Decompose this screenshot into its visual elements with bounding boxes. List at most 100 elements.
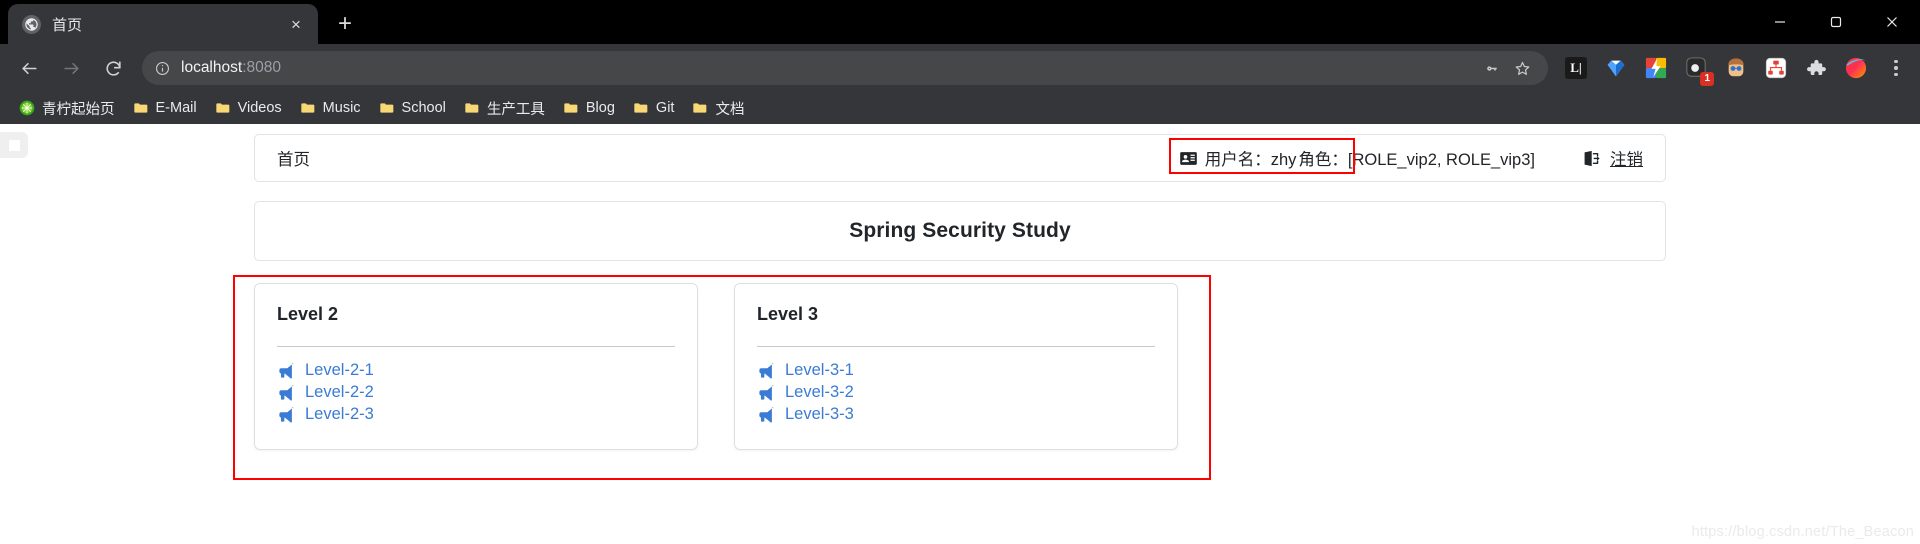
url-host: localhost xyxy=(181,59,243,76)
page-container: 首页 用户名：zhy 角色：[ROLE_vip2, ROLE_vip3] 注销 xyxy=(233,124,1666,480)
maximize-icon[interactable] xyxy=(1808,0,1864,44)
top-nav-card: 首页 用户名：zhy 角色：[ROLE_vip2, ROLE_vip3] 注销 xyxy=(254,134,1666,182)
page-title: Spring Security Study xyxy=(849,219,1071,242)
link-level-2-2[interactable]: Level-2-2 xyxy=(277,381,675,403)
minimize-icon[interactable] xyxy=(1752,0,1808,44)
url-port: :8080 xyxy=(242,59,281,76)
level-cards: Level 2 Level-2-1 Level-2-2 Level-2-3 Le… xyxy=(254,283,1666,450)
browser-window: 首页 × + localhost:8080 L| 1 青柠起始页 E-Mail … xyxy=(0,0,1920,544)
extension-badge-count: 1 xyxy=(1700,72,1714,86)
info-circle-icon[interactable] xyxy=(154,60,170,76)
level-3-card: Level 3 Level-3-1 Level-3-2 Level-3-3 xyxy=(734,283,1178,450)
bookmark-git[interactable]: Git xyxy=(624,95,684,121)
folder-icon xyxy=(465,103,479,113)
lime-icon xyxy=(19,100,35,116)
bookmark-label: Git xyxy=(655,100,675,116)
puzzle-extensions-menu-icon[interactable] xyxy=(1799,51,1833,85)
nav-item-home[interactable]: 首页 xyxy=(277,146,310,170)
id-card-icon xyxy=(1179,151,1197,165)
key-icon[interactable] xyxy=(1478,54,1506,82)
logout-label: 注销 xyxy=(1610,151,1643,169)
bookmark-label: Videos xyxy=(237,100,282,116)
bullhorn-icon xyxy=(279,406,295,423)
page-corner-widget[interactable] xyxy=(0,132,28,158)
username-label: 用户名： xyxy=(1204,151,1271,169)
close-icon[interactable] xyxy=(1864,0,1920,44)
link-label: Level-3-3 xyxy=(785,404,854,423)
corner-widget-square-icon xyxy=(8,139,20,151)
bookmark-blog[interactable]: Blog xyxy=(554,95,624,121)
profile-avatar-icon[interactable] xyxy=(1839,51,1873,85)
link-level-2-1[interactable]: Level-2-1 xyxy=(277,359,675,381)
folder-icon xyxy=(693,103,707,113)
card-divider xyxy=(757,346,1155,347)
folder-icon xyxy=(133,103,147,113)
back-arrow-icon[interactable] xyxy=(11,50,47,86)
bookmark-qingning[interactable]: 青柠起始页 xyxy=(10,95,124,121)
bookmark-label: School xyxy=(401,100,446,116)
user-info: 用户名：zhy 角色：[ROLE_vip2, ROLE_vip3] xyxy=(1168,138,1537,175)
page-viewport: 首页 用户名：zhy 角色：[ROLE_vip2, ROLE_vip3] 注销 xyxy=(0,124,1920,544)
link-label: Level-3-1 xyxy=(785,360,854,379)
globe-icon xyxy=(22,14,41,34)
bookmark-label: Blog xyxy=(585,100,615,116)
tab-title: 首页 xyxy=(52,16,83,34)
liulishuo-extension-icon[interactable]: L| xyxy=(1559,51,1593,85)
link-label: Level-2-2 xyxy=(305,382,374,401)
bookmark-videos[interactable]: Videos xyxy=(206,95,291,121)
folder-icon xyxy=(215,103,229,113)
link-level-3-2[interactable]: Level-3-2 xyxy=(757,381,1155,403)
roles-text: 角色：[ROLE_vip2, ROLE_vip3] xyxy=(1298,146,1535,170)
bookmark-production-tools[interactable]: 生产工具 xyxy=(455,95,554,121)
username-value: zhy xyxy=(1270,151,1297,169)
bullhorn-icon xyxy=(279,384,295,401)
snipaste-extension-icon[interactable] xyxy=(1639,51,1673,85)
folder-icon xyxy=(379,103,393,113)
address-bar-url[interactable]: localhost:8080 xyxy=(181,59,1476,77)
avatar-extension-icon[interactable] xyxy=(1719,51,1753,85)
new-tab-button[interactable]: + xyxy=(328,7,362,41)
username-text: 用户名：zhy xyxy=(1205,146,1297,170)
pocket-extension-icon[interactable]: 1 xyxy=(1679,51,1714,86)
bookmark-label: Music xyxy=(322,100,361,116)
tab-close-icon[interactable]: × xyxy=(284,12,308,36)
roles-label: 角色： xyxy=(1298,151,1348,169)
card-title: Level 3 xyxy=(757,304,819,324)
bookmark-label: 生产工具 xyxy=(486,101,545,118)
forward-arrow-icon[interactable] xyxy=(53,50,89,86)
address-bar[interactable]: localhost:8080 xyxy=(142,51,1548,85)
star-icon[interactable] xyxy=(1508,54,1536,82)
sitemap-extension-icon[interactable] xyxy=(1759,51,1793,85)
window-controls xyxy=(1752,0,1920,44)
bookmark-docs[interactable]: 文档 xyxy=(683,95,753,121)
tab-strip: 首页 × + xyxy=(0,0,1920,44)
level-2-card: Level 2 Level-2-1 Level-2-2 Level-2-3 xyxy=(254,283,698,450)
extension-bar: L| 1 xyxy=(1556,51,1912,86)
link-label: Level-2-3 xyxy=(305,404,374,423)
bullhorn-icon xyxy=(759,384,775,401)
levels-section: Level 2 Level-2-1 Level-2-2 Level-2-3 Le… xyxy=(233,275,1666,480)
three-dot-menu-icon[interactable] xyxy=(1880,51,1912,85)
bookmarks-bar: 青柠起始页 E-Mail Videos Music School 生产工具 Bl… xyxy=(0,92,1920,124)
bookmark-music[interactable]: Music xyxy=(291,95,370,121)
link-label: Level-3-2 xyxy=(785,382,854,401)
card-divider xyxy=(277,346,675,347)
link-level-3-3[interactable]: Level-3-3 xyxy=(757,403,1155,425)
bookmark-e-mail[interactable]: E-Mail xyxy=(124,95,206,121)
browser-tab[interactable]: 首页 × xyxy=(8,4,318,44)
bullhorn-icon xyxy=(759,406,775,423)
link-level-2-3[interactable]: Level-2-3 xyxy=(277,403,675,425)
diamond-extension-icon[interactable] xyxy=(1599,51,1633,85)
link-level-3-1[interactable]: Level-3-1 xyxy=(757,359,1155,381)
logout-link[interactable]: 注销 xyxy=(1583,146,1643,170)
roles-value: [ROLE_vip2, ROLE_vip3] xyxy=(1347,151,1535,169)
bullhorn-icon xyxy=(279,362,295,379)
card-title: Level 2 xyxy=(277,304,339,324)
folder-icon xyxy=(301,103,315,113)
reload-icon[interactable] xyxy=(95,50,131,86)
folder-icon xyxy=(564,103,578,113)
logout-icon xyxy=(1584,150,1600,166)
bookmark-school[interactable]: School xyxy=(370,95,455,121)
bookmark-label: 文档 xyxy=(715,101,745,118)
nav-right-group: 用户名：zhy 角色：[ROLE_vip2, ROLE_vip3] 注销 xyxy=(1168,138,1643,175)
